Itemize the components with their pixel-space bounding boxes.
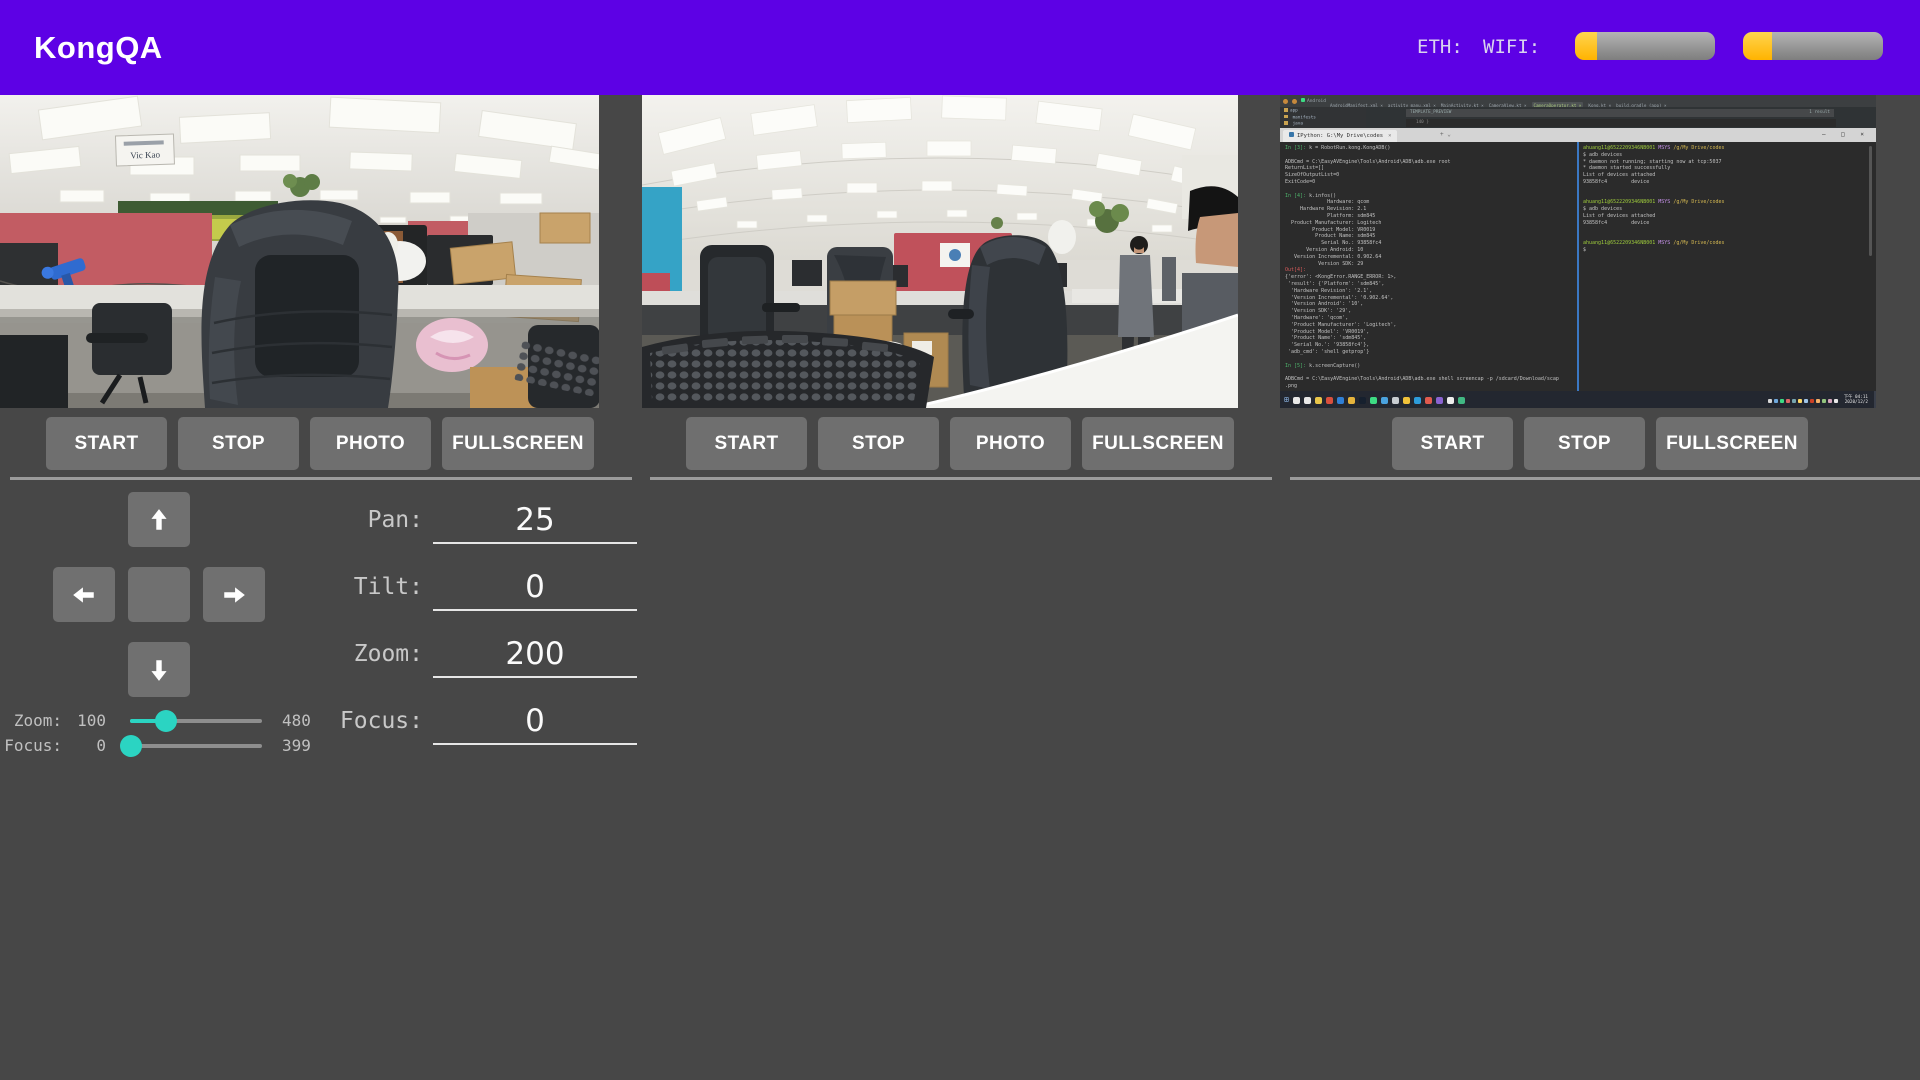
panel2-divider [650,477,1272,480]
pan-field-label: Pan: [203,493,423,547]
camera1-photo-button[interactable]: PHOTO [310,417,431,470]
camera3-start-button[interactable]: START [1392,417,1513,470]
pane-divider [1577,142,1579,391]
search-result-count: 1 result [1809,109,1830,117]
pan-left-button[interactable] [53,567,115,622]
taskbar-icons [1293,390,1469,408]
pan-input[interactable] [433,498,637,544]
editor-area: TEMPLATE_PREVIEW 1 result 140 } [1366,107,1876,128]
android-module-selector: Android [1301,98,1326,104]
focus-input[interactable] [433,699,637,745]
new-tab-icon: + ⌄ [1440,128,1451,142]
camera3-controls: START STOP FULLSCREEN [1280,417,1920,470]
ipython-window-tab: IPython: G:\My Drive\codes × [1283,130,1397,142]
terminal-area: In [3]: k = RobotRun.kong.KongADB() ADBC… [1280,142,1876,391]
focus-slider-thumb[interactable] [120,735,142,757]
camera2-stop-button[interactable]: STOP [818,417,939,470]
editor-search-bar: TEMPLATE_PREVIEW 1 result [1406,109,1834,117]
camera1-start-button[interactable]: START [46,417,167,470]
system-tray-icons [1768,390,1840,408]
window-controls: – □ × [1822,128,1870,142]
camera2-start-button[interactable]: START [686,417,807,470]
panel1-divider [10,477,632,480]
window-dot-icon [1283,99,1288,104]
camera2-fullscreen-button[interactable]: FULLSCREEN [1082,417,1234,470]
msys-terminal: ahuang11@6522209346NB001 MSYS /g/My Driv… [1583,145,1859,388]
svg-text:Vic Kao: Vic Kao [130,149,161,160]
eth-label: ETH: [1417,0,1463,95]
android-studio-tabbar: Android AndroidManifest.xml ×activity_ma… [1280,95,1876,107]
camera3-preview: Android AndroidManifest.xml ×activity_ma… [1280,95,1876,408]
zoom-slider-label: Zoom: [0,708,62,734]
arrow-up-icon [146,505,172,535]
app-title: KongQA [34,0,163,95]
tilt-up-button[interactable] [128,492,190,547]
camera1-preview-image: Vic Kao [0,95,599,408]
focus-slider-value: 0 [62,733,106,759]
taskbar-clock: 下午 04:11 2020/12/2 [1844,395,1868,405]
windows-start-icon: ⊞ [1284,395,1289,404]
search-query: TEMPLATE_PREVIEW [1410,109,1451,117]
taskbar: ⊞ 下午 04:11 2020/12/2 [1280,391,1876,408]
project-tree: app manifests java [1280,107,1366,128]
tilt-down-button[interactable] [128,642,190,697]
ptz-home-button[interactable] [128,567,190,622]
app-header: KongQA ETH: WIFI: [0,0,1920,95]
show-desktop-button [1874,391,1876,408]
python-icon [1289,132,1294,137]
ipython-console: In [3]: k = RobotRun.kong.KongADB() ADBC… [1285,145,1575,388]
camera1-stop-button[interactable]: STOP [178,417,299,470]
eth-signal-fill [1575,32,1597,60]
camera1-fullscreen-button[interactable]: FULLSCREEN [442,417,594,470]
tab-close-icon: × [1388,133,1391,139]
window-title: IPython: G:\My Drive\codes [1297,133,1383,139]
camera1-preview: Vic Kao [0,95,599,408]
camera2-preview [642,95,1238,408]
wifi-label: WIFI: [1483,0,1540,95]
window-dot-icon [1292,99,1297,104]
camera3-stop-button[interactable]: STOP [1524,417,1645,470]
zoom-slider-thumb[interactable] [155,710,177,732]
editor-tabs: AndroidManifest.xml ×activity_manu.xml ×… [1330,95,1672,107]
wifi-signal-fill [1743,32,1772,60]
focus-field-label: Focus: [203,694,423,748]
android-studio-window: Android AndroidManifest.xml ×activity_ma… [1280,95,1876,128]
wifi-signal-bar [1743,32,1883,60]
tilt-field-label: Tilt: [203,560,423,614]
name-sign: Vic Kao [115,134,174,166]
eth-signal-bar [1575,32,1715,60]
camera1-controls: START STOP PHOTO FULLSCREEN [0,417,640,470]
arrow-down-icon [146,655,172,685]
zoom-input[interactable] [433,632,637,678]
zoom-slider-value: 100 [62,708,106,734]
zoom-field-label: Zoom: [203,627,423,681]
focus-slider-label: Focus: [0,733,62,759]
camera2-preview-image [642,95,1238,408]
camera2-controls: START STOP PHOTO FULLSCREEN [640,417,1280,470]
scrollbar [1869,146,1872,256]
code-line: 140 } [1406,119,1836,127]
arrow-left-icon [69,582,99,608]
tilt-input[interactable] [433,565,637,611]
camera3-fullscreen-button[interactable]: FULLSCREEN [1656,417,1808,470]
ipython-window-titlebar: IPython: G:\My Drive\codes × + ⌄ – □ × [1280,128,1876,142]
camera2-photo-button[interactable]: PHOTO [950,417,1071,470]
panel3-divider [1290,477,1920,480]
